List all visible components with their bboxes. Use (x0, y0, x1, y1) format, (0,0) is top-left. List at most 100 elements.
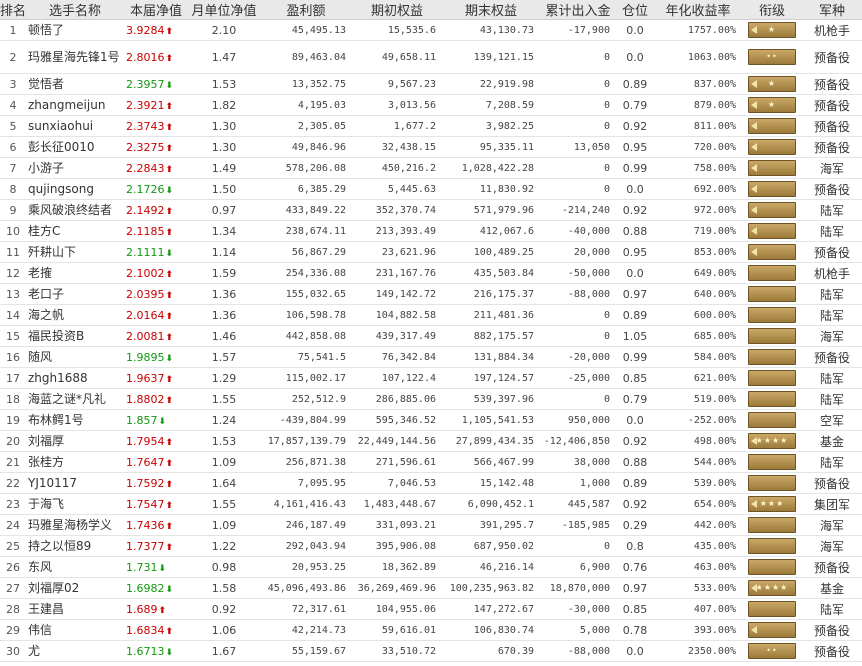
arrow-up-icon: ⬆ (158, 605, 167, 616)
table-row[interactable]: 16 随风 1.9895⬇ 1.57 75,541.5 76,342.84 131,884.… (0, 346, 862, 368)
table-row[interactable]: 24 玛雅星海杨学义 1.7436⬆ 1.09 246,187.49 331,093.21… (0, 514, 862, 536)
player-name-link[interactable]: 随风 (26, 346, 124, 368)
table-row[interactable]: 2 玛雅星海先锋1号 2.8016⬆ 1.47 89,463.04 49,658.11 13… (0, 40, 862, 74)
player-name-link[interactable]: 桂方C (26, 220, 124, 242)
header-rank[interactable]: 排名 (0, 0, 26, 20)
player-name-link[interactable]: 乘风破浪终结者 (26, 199, 124, 221)
table-row[interactable]: 12 老搉 2.1002⬆ 1.59 254,336.08 231,167.76 435,5… (0, 262, 862, 284)
table-row[interactable]: 23 于海飞 1.7547⬆ 1.55 4,161,416.43 1,483,448.67… (0, 493, 862, 515)
profit-cell: 155,032.65 (260, 283, 352, 305)
table-row[interactable]: 13 老口子 2.0395⬆ 1.36 155,032.65 149,142.72 216,… (0, 283, 862, 305)
header-position[interactable]: 仓位 (616, 0, 654, 20)
table-row[interactable]: 30 尤 1.6713⬇ 1.67 55,159.67 33,510.72 670.39 -8… (0, 640, 862, 662)
arrow-down-icon: ⬇ (158, 416, 167, 427)
player-name-link[interactable]: zhgh1688 (26, 367, 124, 389)
table-row[interactable]: 27 刘福厚02 1.6982⬇ 1.58 45,096,493.86 36,269,46… (0, 577, 862, 599)
player-name-link[interactable]: YJ10117 (26, 472, 124, 494)
player-name-link[interactable]: 福民投资B (26, 325, 124, 347)
player-name-link[interactable]: 持之以恒89 (26, 535, 124, 557)
table-row[interactable]: 11 歼耕山下 2.1111⬇ 1.14 56,867.29 23,621.96 100,4… (0, 241, 862, 263)
header-rank-badge[interactable]: 衔级 (742, 0, 802, 20)
header-annual-return[interactable]: 年化收益率 (654, 0, 742, 20)
header-end-equity[interactable]: 期末权益 (442, 0, 540, 20)
player-name-link[interactable]: 玛雅星海杨学义 (26, 514, 124, 536)
header-corps[interactable]: 军种 (802, 0, 862, 20)
player-name-link[interactable]: 东风 (26, 556, 124, 578)
table-row[interactable]: 5 sunxiaohui 2.3743⬆ 1.30 2,305.05 1,677.2 3,9… (0, 115, 862, 137)
player-name-link[interactable]: 玛雅星海先锋1号 (26, 40, 124, 74)
nav-cell: 1.7954⬆ (124, 430, 188, 452)
table-row[interactable]: 17 zhgh1688 1.9637⬆ 1.29 115,002.17 107,122.4… (0, 367, 862, 389)
military-rank-badge-icon (748, 622, 796, 638)
header-nav[interactable]: 本届净值 (124, 0, 188, 20)
player-name-link[interactable]: 老口子 (26, 283, 124, 305)
rank-badge-cell (742, 220, 802, 242)
table-row[interactable]: 18 海蓝之谜*凡礼 1.8802⬆ 1.55 252,512.9 286,885.06 5… (0, 388, 862, 410)
player-name-link[interactable]: 顿悟了 (26, 19, 124, 41)
position-cell: 0.0 (616, 262, 654, 284)
player-name-link[interactable]: 刘福厚 (26, 430, 124, 452)
nav-value: 2.1002 (126, 266, 165, 280)
table-row[interactable]: 3 觉悟者 2.3957⬇ 1.53 13,352.75 9,567.23 22,919.9… (0, 73, 862, 95)
player-name-link[interactable]: 觉悟者 (26, 73, 124, 95)
table-row[interactable]: 9 乘风破浪终结者 2.1492⬆ 0.97 433,849.22 352,370.74 5… (0, 199, 862, 221)
net-flow-cell: 18,870,000 (540, 577, 616, 599)
table-row[interactable]: 21 张桂方 1.7647⬆ 1.09 256,871.38 271,596.61 566,… (0, 451, 862, 473)
header-profit[interactable]: 盈利额 (260, 0, 352, 20)
table-row[interactable]: 14 海之帆 2.0164⬆ 1.36 106,598.78 104,882.58 211,… (0, 304, 862, 326)
header-player-name[interactable]: 选手名称 (26, 0, 124, 20)
position-cell: 0.95 (616, 136, 654, 158)
table-row[interactable]: 20 刘福厚 1.7954⬆ 1.53 17,857,139.79 22,449,144.… (0, 430, 862, 452)
table-row[interactable]: 28 王建昌 1.689⬆ 0.92 72,317.61 104,955.06 147,27… (0, 598, 862, 620)
player-name-link[interactable]: zhangmeijun (26, 94, 124, 116)
header-start-equity[interactable]: 期初权益 (352, 0, 442, 20)
player-name-link[interactable]: 歼耕山下 (26, 241, 124, 263)
nav-cell: 1.6713⬇ (124, 640, 188, 662)
header-monthly-nav[interactable]: 月单位净值 (188, 0, 260, 20)
table-row[interactable]: 22 YJ10117 1.7592⬆ 1.64 7,095.95 7,046.53 15,1… (0, 472, 862, 494)
player-name-link[interactable]: 尤 (26, 640, 124, 662)
table-row[interactable]: 25 持之以恒89 1.7377⬆ 1.22 292,043.94 395,906.08 6… (0, 535, 862, 557)
player-name-link[interactable]: 小游子 (26, 157, 124, 179)
table-row[interactable]: 29 伟信 1.6834⬆ 1.06 42,214.73 59,616.01 106,830… (0, 619, 862, 641)
table-row[interactable]: 10 桂方C 2.1185⬆ 1.34 238,674.11 213,393.49 412,… (0, 220, 862, 242)
table-row[interactable]: 26 东风 1.731⬇ 0.98 20,953.25 18,362.89 46,216.1… (0, 556, 862, 578)
player-name-link[interactable]: 王建昌 (26, 598, 124, 620)
corps-cell: 预备役 (802, 136, 862, 158)
nav-value: 3.9284 (126, 23, 165, 37)
annual-return-cell: 1063.00% (654, 40, 742, 74)
profit-cell: 49,846.96 (260, 136, 352, 158)
table-row[interactable]: 6 彭长征0010 2.3275⬆ 1.30 49,846.96 32,438.15 95,… (0, 136, 862, 158)
end-equity-cell: 7,208.59 (442, 94, 540, 116)
player-name-link[interactable]: 于海飞 (26, 493, 124, 515)
monthly-nav-cell: 1.82 (188, 94, 260, 116)
player-name-link[interactable]: qujingsong (26, 178, 124, 200)
player-name-link[interactable]: 海蓝之谜*凡礼 (26, 388, 124, 410)
table-row[interactable]: 19 布林鳄1号 1.857⬇ 1.24 -439,804.99 595,346.52 1,… (0, 409, 862, 431)
net-flow-cell: 1,000 (540, 472, 616, 494)
player-name-link[interactable]: 张桂方 (26, 451, 124, 473)
rank-badge-cell (742, 535, 802, 557)
player-name-link[interactable]: 老搉 (26, 262, 124, 284)
rank-cell: 10 (0, 220, 26, 242)
table-row[interactable]: 15 福民投资B 2.0081⬆ 1.46 442,858.08 439,317.49 88… (0, 325, 862, 347)
table-row[interactable]: 7 小游子 2.2843⬆ 1.49 578,206.08 450,216.2 1,028,… (0, 157, 862, 179)
start-equity-cell: 32,438.15 (352, 136, 442, 158)
player-name-link[interactable]: sunxiaohui (26, 115, 124, 137)
table-row[interactable]: 8 qujingsong 2.1726⬇ 1.50 6,385.29 5,445.63 11… (0, 178, 862, 200)
position-cell: 1.05 (616, 325, 654, 347)
arrow-up-icon: ⬆ (165, 26, 174, 37)
player-name-link[interactable]: 海之帆 (26, 304, 124, 326)
player-name-link[interactable]: 布林鳄1号 (26, 409, 124, 431)
rank-cell: 9 (0, 199, 26, 221)
player-name-link[interactable]: 彭长征0010 (26, 136, 124, 158)
net-flow-cell: 0 (540, 115, 616, 137)
player-name-link[interactable]: 伟信 (26, 619, 124, 641)
start-equity-cell: 104,882.58 (352, 304, 442, 326)
table-row[interactable]: 4 zhangmeijun 2.3921⬆ 1.82 4,195.03 3,013.56 7… (0, 94, 862, 116)
table-row[interactable]: 1 顿悟了 3.9284⬆ 2.10 45,495.13 15,535.6 43,130.7… (0, 19, 862, 41)
player-name-link[interactable]: 刘福厚02 (26, 577, 124, 599)
table-body: 1 顿悟了 3.9284⬆ 2.10 45,495.13 15,535.6 43,130.7… (0, 19, 862, 662)
position-cell: 0.8 (616, 535, 654, 557)
header-net-flow[interactable]: 累计出入金 (540, 0, 616, 20)
